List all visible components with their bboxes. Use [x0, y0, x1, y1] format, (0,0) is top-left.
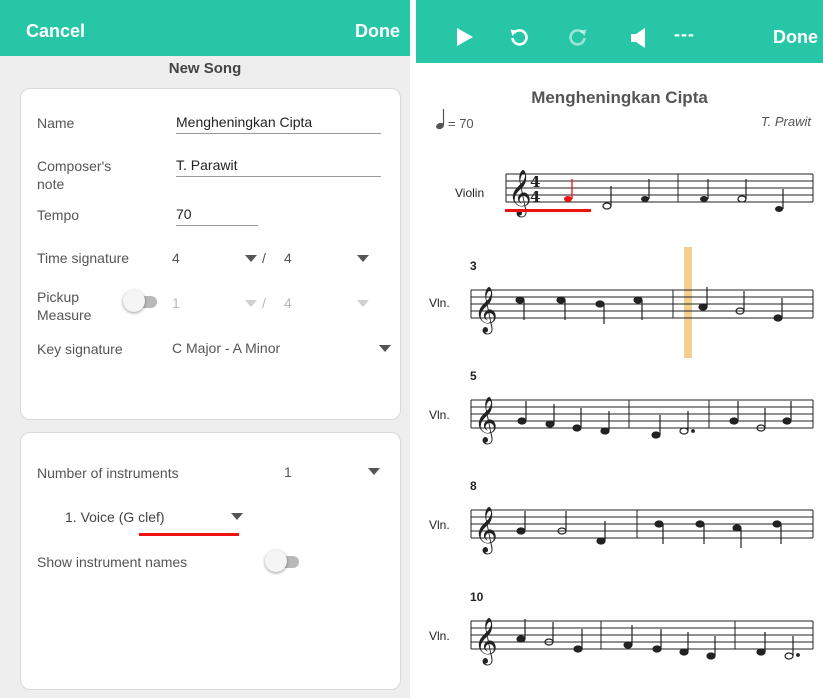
time-signature-top-select[interactable]: 4: [172, 250, 180, 266]
name-label: Name: [37, 115, 75, 131]
staff-system-4: 𝄞: [470, 507, 814, 555]
pickup-separator: /: [262, 295, 266, 311]
song-settings-card: Name Mengheningkan Cipta Composer's note…: [20, 88, 401, 420]
redo-icon[interactable]: [569, 28, 587, 46]
tempo-label: Tempo: [37, 207, 80, 223]
song-editor-screen: Cancel Done New Song Name Mengheningkan …: [0, 0, 410, 698]
pickup-top-select: 1: [172, 295, 180, 311]
time-signature-separator: /: [262, 250, 266, 266]
cancel-button[interactable]: Cancel: [26, 21, 85, 42]
quarter-note-icon: [436, 109, 445, 130]
time-signature-bottom-select[interactable]: 4: [284, 250, 292, 266]
tempo-marking: = 70: [448, 116, 474, 131]
dropdown-arrow-icon[interactable]: [245, 255, 257, 262]
score-title: Mengheningkan Cipta: [531, 88, 708, 107]
staff-system-1: 𝄞 4 4: [505, 170, 814, 218]
staff-system-5: 𝄞: [470, 618, 814, 666]
highlight-underline: [139, 533, 239, 536]
treble-clef-icon: 𝄞: [474, 287, 498, 335]
dropdown-arrow-icon: [357, 300, 369, 307]
dropdown-arrow-icon[interactable]: [357, 255, 369, 262]
measure-number: 5: [470, 369, 477, 383]
treble-clef-icon: 𝄞: [474, 397, 498, 445]
show-names-toggle[interactable]: [265, 549, 301, 573]
key-signature-label: Key signature: [37, 341, 123, 357]
staff-system-2: 𝄞: [470, 287, 814, 335]
measure-number: 3: [470, 259, 477, 273]
instrument-select[interactable]: 1. Voice (G clef): [65, 509, 165, 525]
undo-icon[interactable]: [510, 28, 528, 46]
highlight-underline: [505, 209, 591, 212]
player-toolbar: --- Done: [416, 0, 823, 63]
show-names-label: Show instrument names: [37, 554, 188, 570]
page-title: New Song: [168, 60, 242, 77]
dropdown-arrow-icon[interactable]: [231, 513, 243, 520]
staff-system-3: 𝄞: [470, 397, 814, 445]
composer-field[interactable]: T. Parawit: [176, 157, 381, 177]
tempo-field[interactable]: 70: [176, 206, 258, 226]
player-done-button[interactable]: Done: [773, 27, 818, 48]
dropdown-arrow-icon: [245, 300, 257, 307]
composer-name: T. Prawit: [760, 114, 811, 129]
time-signature-bottom: 4: [530, 188, 540, 206]
key-signature-select[interactable]: C Major - A Minor: [172, 340, 280, 356]
composer-label: Composer's note: [37, 158, 112, 192]
pickup-measure-label: Pickup Measure: [37, 289, 92, 323]
treble-clef-icon: 𝄞: [474, 618, 498, 666]
editor-toolbar: Cancel Done: [0, 0, 410, 56]
instruments-card: Number of instruments 1 1. Voice (G clef…: [20, 432, 401, 690]
pickup-measure-toggle[interactable]: [123, 289, 159, 313]
speaker-icon[interactable]: [631, 27, 647, 49]
treble-clef-icon: 𝄞: [474, 507, 498, 555]
done-button[interactable]: Done: [355, 21, 400, 42]
measure-number: 8: [470, 479, 477, 493]
pickup-bottom-select: 4: [284, 295, 292, 311]
play-icon[interactable]: [456, 27, 474, 47]
volume-level[interactable]: ---: [674, 24, 695, 45]
dropdown-arrow-icon[interactable]: [368, 468, 380, 475]
instruments-count-label: Number of instruments: [37, 465, 179, 481]
score-player-screen: --- Done Mengheningkan Cipta = 70 T. Pra…: [416, 0, 823, 698]
dropdown-arrow-icon[interactable]: [379, 345, 391, 352]
measure-number: 10: [470, 590, 484, 604]
name-field[interactable]: Mengheningkan Cipta: [176, 114, 381, 134]
time-signature-label: Time signature: [37, 250, 130, 266]
instruments-count-select[interactable]: 1: [284, 464, 292, 480]
